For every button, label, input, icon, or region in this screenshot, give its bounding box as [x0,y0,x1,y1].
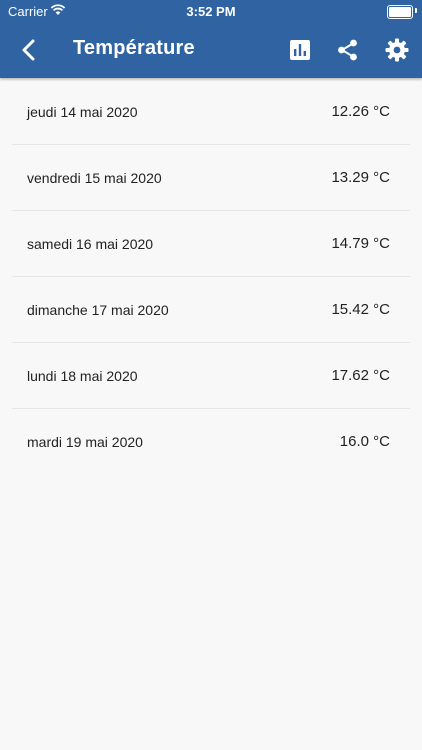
reading-date: samedi 16 mai 2020 [27,236,154,252]
battery-icon [387,5,413,19]
gear-icon [385,38,409,62]
share-icon [338,39,357,61]
reading-value: 13.29 °C [331,169,390,186]
list-item[interactable]: dimanche 17 mai 2020 15.42 °C [12,277,410,343]
share-button[interactable] [334,36,362,64]
status-bar: Carrier 3:52 PM [0,0,422,22]
reading-value: 14.79 °C [331,235,390,252]
status-time: 3:52 PM [186,4,236,19]
reading-value: 17.62 °C [331,367,390,384]
list-item[interactable]: lundi 18 mai 2020 17.62 °C [12,343,410,409]
page-title: Température [73,37,195,59]
settings-button[interactable] [383,36,411,64]
chart-button[interactable] [286,36,314,64]
list-item[interactable]: mardi 19 mai 2020 16.0 °C [12,409,410,474]
reading-value: 12.26 °C [331,103,390,120]
bar-chart-icon [290,40,310,60]
back-button[interactable] [14,34,46,66]
reading-value: 15.42 °C [331,301,390,318]
reading-date: vendredi 15 mai 2020 [27,170,162,186]
chevron-left-icon [22,39,35,61]
list-item[interactable]: samedi 16 mai 2020 14.79 °C [12,211,410,277]
app-bar: Température [0,22,422,78]
reading-value: 16.0 °C [339,433,390,450]
reading-date: jeudi 14 mai 2020 [27,104,138,120]
header: Carrier 3:52 PM Température [0,0,422,78]
temperature-list: jeudi 14 mai 2020 12.26 °C vendredi 15 m… [12,79,410,474]
list-item[interactable]: vendredi 15 mai 2020 13.29 °C [12,145,410,211]
battery-tip [415,8,417,13]
list-item[interactable]: jeudi 14 mai 2020 12.26 °C [12,79,410,145]
reading-date: mardi 19 mai 2020 [27,434,143,450]
reading-date: lundi 18 mai 2020 [27,368,138,384]
reading-date: dimanche 17 mai 2020 [27,302,169,318]
